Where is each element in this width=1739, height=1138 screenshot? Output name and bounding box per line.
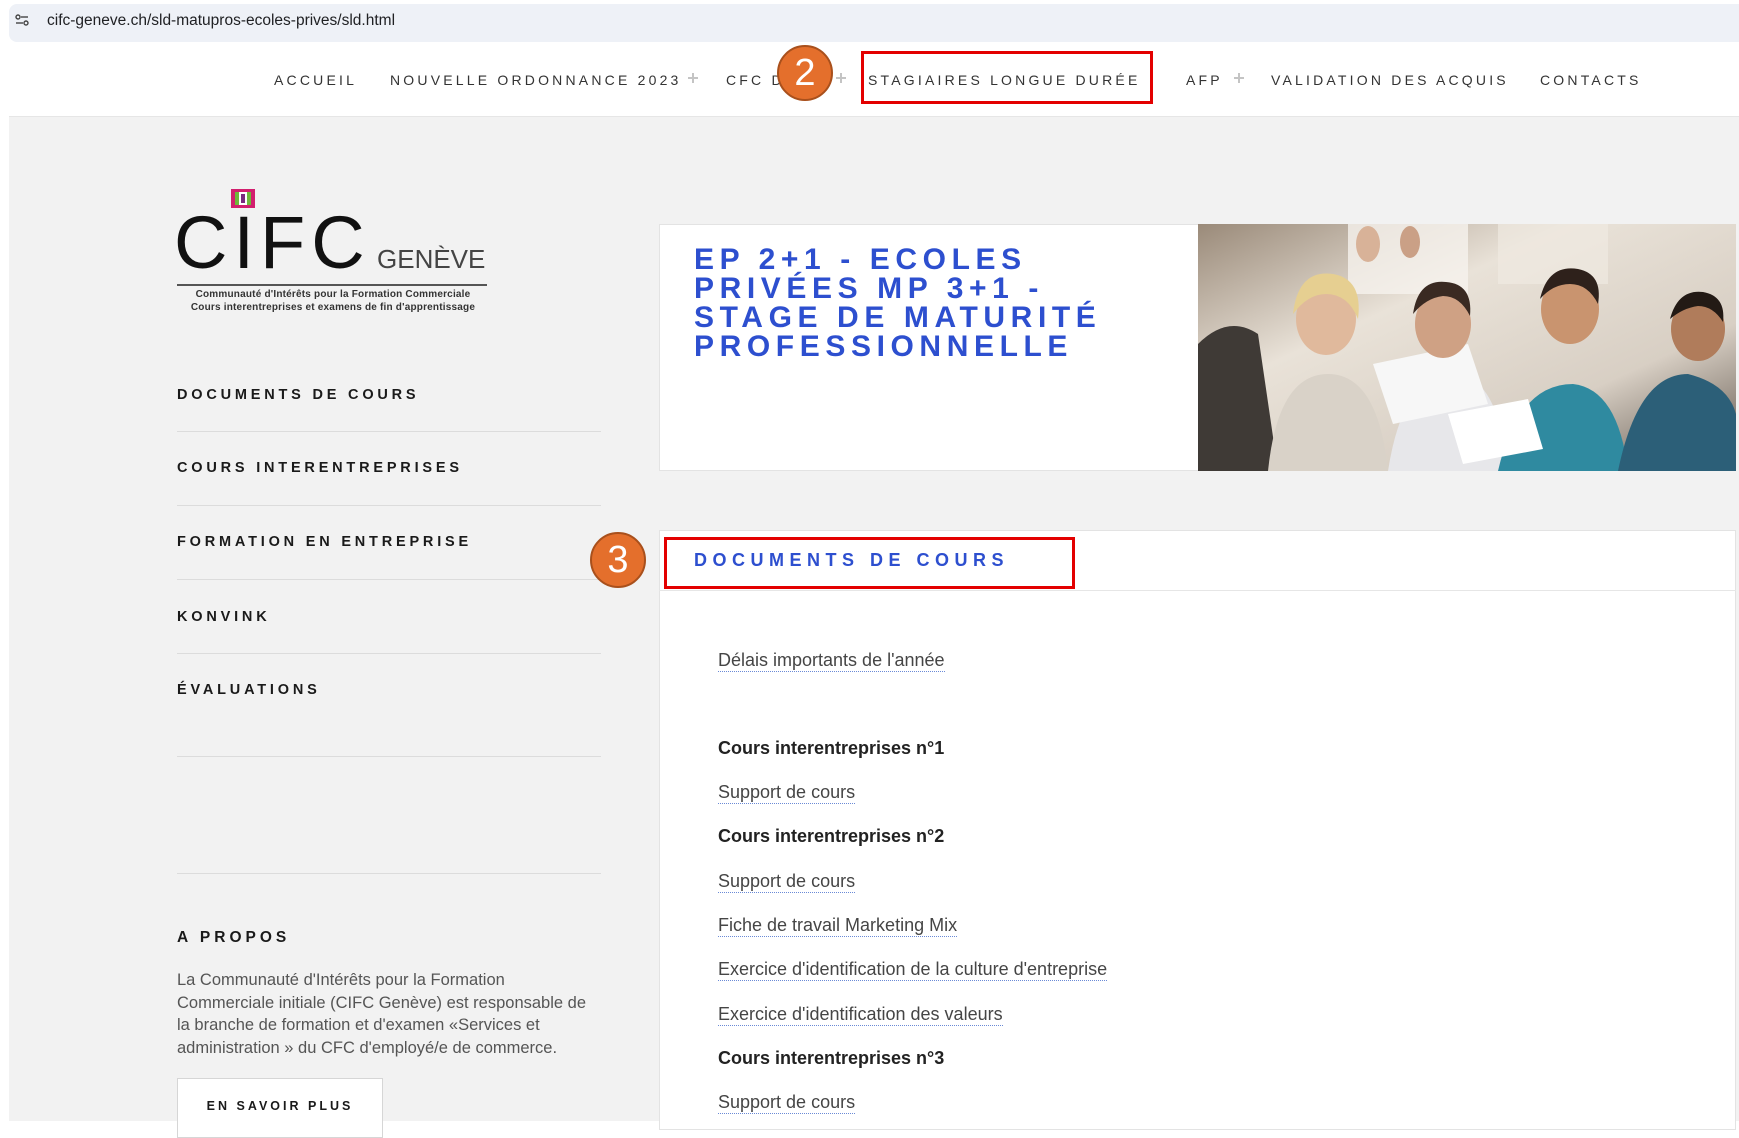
sidebar-divider (177, 873, 601, 874)
documents-header-divider (659, 590, 1736, 591)
hero-photo-team (1198, 224, 1736, 471)
doc-link-support-2[interactable]: Support de cours (718, 870, 856, 893)
expand-plus-icon[interactable] (836, 73, 846, 83)
about-description: La Communauté d'Intérêts pour la Formati… (177, 971, 587, 1057)
page-title-line: PRIVÉES MP 3+1 - (694, 272, 1044, 305)
nav-item-validation-des-acquis[interactable]: VALIDATION DES ACQUIS (1271, 72, 1509, 88)
doc-link-valeurs[interactable]: Exercice d'identification des valeurs (718, 1003, 1003, 1026)
callout-badge-3: 3 (590, 532, 646, 588)
learn-more-label: EN SAVOIR PLUS (206, 1099, 354, 1113)
highlight-box-documents (664, 537, 1075, 589)
page-title-line: STAGE DE MATURITÉ (694, 301, 1102, 334)
browser-url[interactable]: cifc-geneve.ch/sld-matupros-ecoles-prive… (47, 12, 395, 30)
doc-link-marketing-mix[interactable]: Fiche de travail Marketing Mix (718, 914, 958, 937)
nav-item-nouvelle-ordonnance[interactable]: NOUVELLE ORDONNANCE 2023 (390, 72, 682, 88)
logo-wordmark[interactable]: CIFC (174, 206, 371, 280)
expand-plus-icon[interactable] (1234, 73, 1244, 83)
nav-item-cfc[interactable]: CFC D (726, 72, 785, 88)
sidebar-item-documents-de-cours[interactable]: DOCUMENTS DE COURS (177, 387, 419, 403)
doc-section-heading: Cours interentreprises n°3 (718, 1048, 945, 1068)
doc-section-heading: Cours interentreprises n°1 (718, 738, 945, 758)
doc-link-support-1[interactable]: Support de cours (718, 781, 856, 804)
learn-more-button[interactable]: EN SAVOIR PLUS (177, 1078, 383, 1138)
sidebar-item-formation-en-entreprise[interactable]: FORMATION EN ENTREPRISE (177, 534, 472, 550)
sidebar-divider (177, 756, 601, 757)
logo-city: GENÈVE (377, 244, 486, 274)
nav-item-contacts[interactable]: CONTACTS (1540, 72, 1642, 88)
sidebar-item-konvink[interactable]: KONVINK (177, 609, 270, 625)
doc-section-heading: Cours interentreprises n°2 (718, 826, 945, 846)
page-title-line: EP 2+1 - ECOLES (694, 243, 1027, 276)
highlight-box-nav (861, 51, 1153, 104)
sidebar-item-evaluations[interactable]: ÉVALUATIONS (177, 682, 321, 698)
nav-item-accueil[interactable]: ACCUEIL (274, 72, 357, 88)
logo-subtitle-line-1: Communauté d'Intérêts pour la Formation … (195, 289, 471, 300)
nav-item-afp[interactable]: AFP (1186, 72, 1223, 88)
page-title-line: PROFESSIONNELLE (694, 330, 1074, 363)
sidebar-divider (177, 579, 601, 580)
site-settings-icon[interactable] (15, 13, 29, 27)
page-title: EP 2+1 - ECOLES PRIVÉES MP 3+1 - STAGE D… (694, 243, 1194, 363)
doc-link-culture-entreprise[interactable]: Exercice d'identification de la culture … (718, 958, 1108, 981)
sidebar-divider (177, 505, 601, 506)
callout-badge-2: 2 (777, 45, 833, 101)
doc-link-delais[interactable]: Délais importants de l'année (718, 649, 945, 672)
logo-subtitle-line-2: Cours interentreprises et examens de fin… (190, 302, 476, 313)
sidebar-item-cours-interentreprises[interactable]: COURS INTERENTREPRISES (177, 460, 463, 476)
doc-link-support-3[interactable]: Support de cours (718, 1091, 856, 1114)
expand-plus-icon[interactable] (688, 73, 698, 83)
sidebar-divider (177, 653, 601, 654)
sidebar-divider (177, 431, 601, 432)
logo-divider (177, 284, 487, 286)
about-heading: A PROPOS (177, 929, 291, 946)
